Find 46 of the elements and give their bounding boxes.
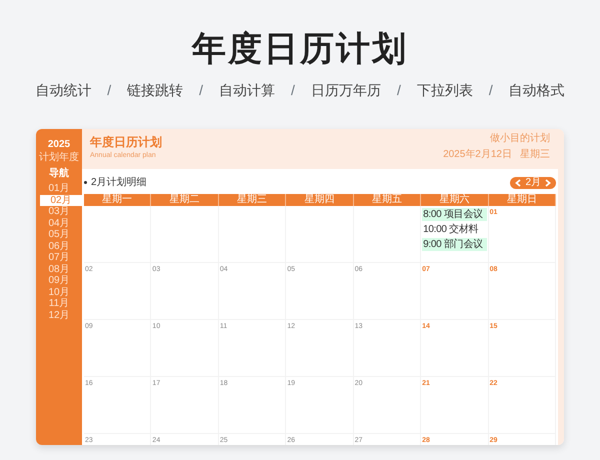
weekday-header: 星期四 [286, 194, 354, 206]
event-entry: 9:00 部门会议 [422, 238, 487, 251]
month-link[interactable]: 08月 [36, 264, 82, 275]
month-link[interactable]: 05月 [36, 229, 82, 240]
feature-label: 日历万年历 [310, 81, 381, 100]
separator: / [291, 81, 295, 100]
month-link[interactable]: 11月 [36, 298, 82, 310]
event-entry: 8:00 项目会议 [422, 208, 487, 221]
current-weekday: 星期三 [520, 149, 550, 161]
month-link[interactable]: 10月 [36, 286, 82, 298]
feature-label: 下拉列表 [416, 81, 473, 100]
header-title: 年度日历计划 [90, 134, 162, 151]
month-link[interactable]: 07月 [36, 252, 82, 264]
month-picker[interactable]: 2月 [510, 176, 556, 188]
chevron-left-icon[interactable] [515, 178, 522, 186]
bullet-icon [84, 181, 87, 184]
separator: / [488, 81, 493, 100]
feature-label: 自动统计 [35, 81, 92, 100]
month-link[interactable]: 06月 [36, 240, 82, 252]
month-link[interactable]: 01月 [36, 183, 82, 194]
month-link[interactable]: 09月 [36, 275, 82, 286]
weekday-header: 星期一 [84, 194, 152, 206]
month-link[interactable]: 02月 [40, 194, 82, 206]
weekday-header: 星期五 [354, 194, 422, 206]
year-caption: 计划年度 [39, 152, 79, 164]
weekday-header: 星期二 [151, 194, 219, 206]
current-date: 2025年2月12日 [443, 149, 512, 161]
section-title: 2月计划明细 [91, 176, 147, 190]
tagline: 做小目的计划 [489, 133, 550, 145]
feature-label: 自动计算 [219, 81, 276, 100]
nav-label: 导航 [49, 168, 69, 179]
month-link[interactable]: 03月 [36, 206, 82, 218]
weekday-header: 星期日 [488, 194, 556, 206]
feature-label: 链接跳转 [127, 81, 184, 100]
chevron-right-icon[interactable] [545, 178, 551, 186]
separator: / [396, 81, 401, 100]
year-label: 2025 [48, 138, 70, 152]
feature-label: 自动格式 [508, 81, 565, 100]
separator: / [199, 81, 204, 100]
weekday-header: 星期三 [218, 194, 286, 206]
weekday-header: 星期六 [421, 194, 489, 206]
event-entry: 10:00 交材料 [422, 223, 480, 236]
page-title: 年度日历计划 [192, 32, 408, 66]
month-link[interactable]: 12月 [36, 310, 82, 321]
separator: / [107, 81, 112, 100]
month-link[interactable]: 04月 [36, 218, 82, 229]
